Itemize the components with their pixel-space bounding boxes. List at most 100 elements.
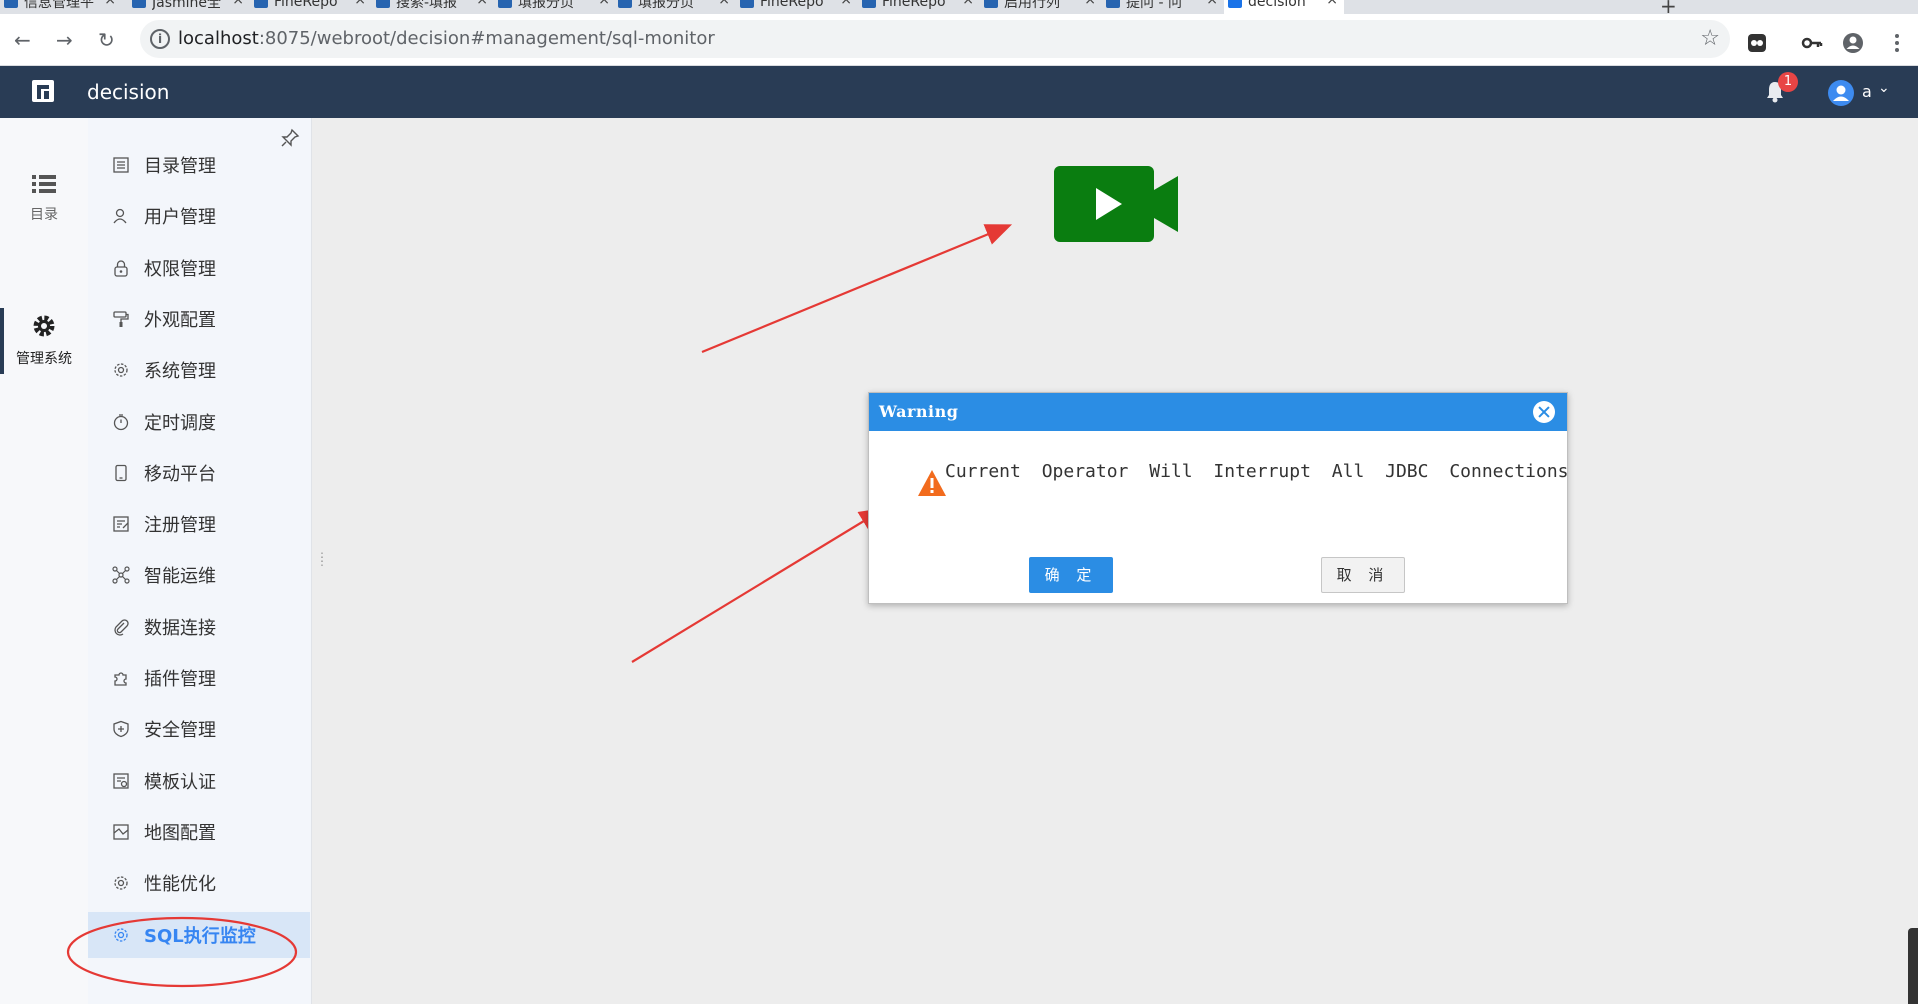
- tab-favicon-icon: [254, 0, 268, 8]
- back-arrow-icon[interactable]: ←: [14, 28, 31, 52]
- menu-item-sql-monitor[interactable]: SQL执行监控: [88, 911, 310, 958]
- tab-close-icon[interactable]: ×: [598, 0, 610, 8]
- menu-item-mobile[interactable]: 移动平台: [88, 450, 310, 496]
- site-info-icon[interactable]: i: [150, 29, 170, 49]
- tab-close-icon[interactable]: ×: [1326, 0, 1338, 8]
- puzzle-icon: [114, 672, 127, 686]
- menu-item-performance[interactable]: 性能优化: [88, 860, 310, 906]
- menu-item-shield[interactable]: 安全管理: [88, 706, 310, 752]
- browser-tab[interactable]: Jasmine全 ×: [128, 0, 250, 14]
- avatar[interactable]: [1828, 80, 1854, 106]
- browser-tab[interactable]: decision ×: [1224, 0, 1344, 14]
- tab-close-icon[interactable]: ×: [104, 0, 116, 8]
- tab-close-icon[interactable]: ×: [476, 0, 488, 8]
- browser-tab[interactable]: FineRepo ×: [858, 0, 980, 14]
- menu-item-settings[interactable]: 系统管理: [88, 347, 310, 393]
- tab-favicon-icon: [132, 0, 146, 8]
- tab-favicon-icon: [4, 0, 18, 8]
- tab-close-icon[interactable]: ×: [354, 0, 366, 8]
- extension-icon[interactable]: [1746, 32, 1768, 54]
- menu-item-network[interactable]: 智能运维: [88, 552, 310, 598]
- menu-item-register[interactable]: 注册管理: [88, 501, 310, 547]
- forward-arrow-icon[interactable]: →: [56, 28, 73, 52]
- menu-item-user[interactable]: 用户管理: [88, 193, 310, 239]
- browser-tab[interactable]: 填报分页 ×: [494, 0, 616, 14]
- rail-label: 管理系统: [16, 351, 72, 367]
- tab-label: 填报分页: [638, 0, 694, 11]
- menu-item-paint-roller[interactable]: 外观配置: [88, 296, 310, 342]
- user-avatar-icon: [1833, 85, 1849, 101]
- paperclip-icon: [114, 619, 129, 636]
- tab-close-icon[interactable]: ×: [232, 0, 244, 8]
- new-tab-button[interactable]: +: [1660, 0, 1677, 14]
- close-icon[interactable]: [1533, 401, 1555, 423]
- warning-triangle-icon: [918, 470, 946, 496]
- tab-favicon-icon: [862, 0, 876, 8]
- menu-item-label: 外观配置: [144, 309, 216, 331]
- tab-close-icon[interactable]: ×: [840, 0, 852, 8]
- tab-close-icon[interactable]: ×: [718, 0, 730, 8]
- menu-item-lock[interactable]: 权限管理: [88, 245, 310, 291]
- gear-icon: [33, 315, 55, 337]
- browser-tab[interactable]: 信息管理平 ×: [0, 0, 122, 14]
- url-text[interactable]: localhost:8075/webroot/decision#manageme…: [178, 28, 715, 49]
- tab-favicon-icon: [376, 0, 390, 8]
- app-title: decision: [87, 80, 170, 104]
- address-bar[interactable]: i localhost:8075/webroot/decision#manage…: [140, 20, 1730, 58]
- list-icon: [32, 175, 56, 193]
- browser-tab[interactable]: 填报分页 ×: [614, 0, 736, 14]
- tab-label: decision: [1248, 0, 1306, 10]
- chevron-down-icon[interactable]: ⌄: [1878, 80, 1890, 96]
- tab-close-icon[interactable]: ×: [962, 0, 974, 8]
- rail-item-management[interactable]: 管理系统: [0, 308, 88, 374]
- menu-item-label: 目录管理: [144, 156, 216, 177]
- browser-tab[interactable]: FineRepo ×: [736, 0, 858, 14]
- tab-label: FineRepo: [760, 0, 824, 10]
- menu-item-directory[interactable]: 目录管理: [88, 142, 310, 188]
- username[interactable]: a: [1862, 82, 1872, 101]
- dialog-message: Current Operator Will Interrupt All JDBC…: [945, 461, 1569, 482]
- tab-close-icon[interactable]: ×: [1084, 0, 1096, 8]
- settings-icon: [114, 363, 128, 377]
- video-camera-icon[interactable]: [1054, 166, 1180, 242]
- tab-label: 填报分页: [518, 0, 574, 11]
- menu-item-map[interactable]: 地图配置: [88, 809, 310, 855]
- sql-monitor-icon: [114, 927, 128, 942]
- tab-favicon-icon: [984, 0, 998, 8]
- menu-item-template[interactable]: 模板认证: [88, 758, 310, 804]
- app-logo-icon[interactable]: [30, 78, 56, 104]
- profile-icon[interactable]: [1842, 32, 1864, 54]
- timer-icon: [113, 413, 129, 430]
- menu-item-puzzle[interactable]: 插件管理: [88, 655, 310, 701]
- tab-label: Jasmine全: [152, 0, 222, 11]
- notification-badge: 1: [1778, 72, 1798, 92]
- scrollbar-edge[interactable]: [1908, 928, 1918, 1004]
- menu-item-timer[interactable]: 定时调度: [88, 399, 310, 445]
- tab-close-icon[interactable]: ×: [1206, 0, 1218, 8]
- tab-label: 信息管理平: [24, 0, 94, 11]
- menu-item-label: 权限管理: [144, 258, 216, 280]
- directory-icon: [113, 157, 129, 173]
- browser-tab[interactable]: 搜索-填报 ×: [372, 0, 494, 14]
- key-icon[interactable]: [1801, 32, 1823, 54]
- menu-dots-icon[interactable]: [1886, 32, 1908, 54]
- rail-item-directory[interactable]: 目录: [0, 172, 88, 224]
- tab-favicon-icon: [618, 0, 632, 8]
- browser-tab[interactable]: 启用行列 ×: [980, 0, 1102, 14]
- cancel-button[interactable]: 取 消: [1321, 557, 1405, 593]
- menu-item-paperclip[interactable]: 数据连接: [88, 604, 310, 650]
- browser-tab[interactable]: 提问 - 问 ×: [1102, 0, 1224, 14]
- tab-label: 提问 - 问: [1126, 0, 1182, 11]
- template-icon: [113, 772, 129, 789]
- confirm-button[interactable]: 确 定: [1029, 557, 1113, 593]
- left-rail: 目录 管理系统: [0, 118, 88, 1004]
- performance-icon: [114, 876, 128, 890]
- management-submenu: 目录管理用户管理权限管理外观配置系统管理定时调度移动平台注册管理智能运维数据连接…: [88, 118, 312, 1004]
- tab-label: 搜索-填报: [396, 0, 458, 11]
- menu-item-label: 插件管理: [144, 669, 216, 690]
- app-header: decision 1 a ⌄: [0, 66, 1918, 118]
- reload-icon[interactable]: ↻: [98, 28, 115, 52]
- user-icon: [113, 209, 127, 224]
- browser-tab[interactable]: FineRepo ×: [250, 0, 372, 14]
- bookmark-star-icon[interactable]: ☆: [1700, 26, 1720, 51]
